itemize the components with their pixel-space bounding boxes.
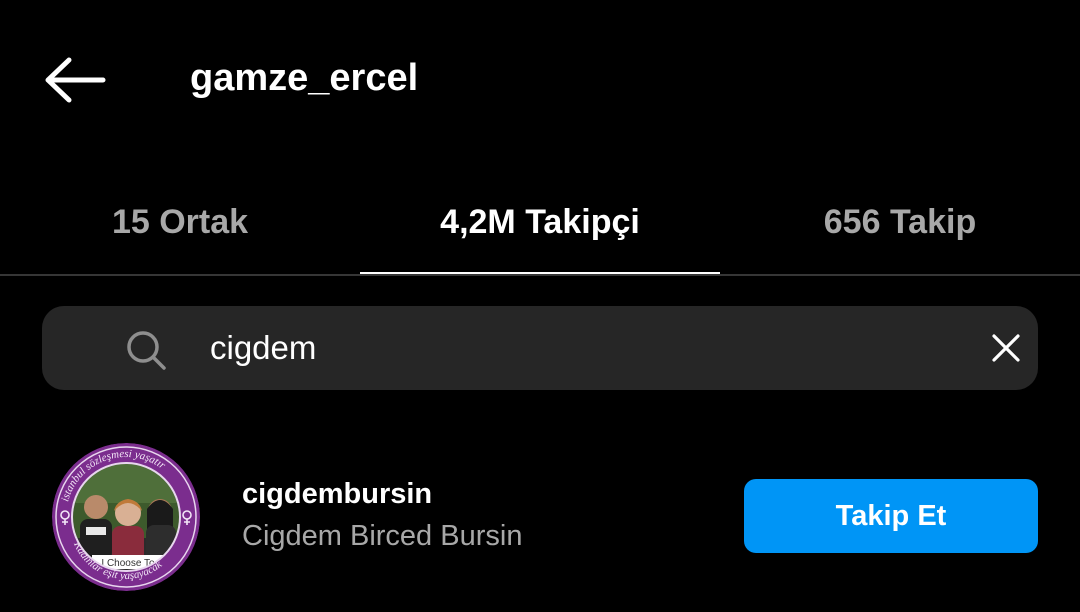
back-button[interactable]: [30, 45, 120, 115]
close-icon: [992, 334, 1020, 362]
search-bar[interactable]: [42, 306, 1038, 390]
tab-followers[interactable]: 4,2M Takipçi: [360, 170, 720, 275]
list-item[interactable]: istanbul sözleşmesi yaşatır Kadınlar eşi…: [0, 440, 1080, 600]
clear-search-button[interactable]: [982, 326, 1030, 370]
tab-mutual[interactable]: 15 Ortak: [0, 170, 360, 274]
tabs-divider: [0, 274, 1080, 276]
tab-followers-label: 4,2M Takipçi: [440, 202, 640, 241]
profile-username-title: gamze_ercel: [190, 57, 419, 99]
result-full-name: Cigdem Birced Bursin: [242, 520, 523, 552]
search-icon: [127, 331, 166, 370]
avatar[interactable]: istanbul sözleşmesi yaşatır Kadınlar eşi…: [52, 443, 200, 591]
follow-button-label: Takip Et: [835, 499, 947, 532]
avatar-image: istanbul sözleşmesi yaşatır Kadınlar eşi…: [52, 443, 200, 591]
search-input[interactable]: [210, 320, 930, 376]
result-username[interactable]: cigdembursin: [242, 478, 432, 511]
arrow-left-icon: [45, 57, 106, 103]
follow-tabs: 15 Ortak 4,2M Takipçi 656 Takip: [0, 170, 1080, 276]
follow-button[interactable]: Takip Et: [744, 479, 1038, 553]
tab-following-label: 656 Takip: [823, 202, 977, 241]
tab-mutual-label: 15 Ortak: [111, 202, 249, 241]
followers-screen: gamze_ercel 15 Ortak 4,2M Takipçi 656 Ta…: [0, 0, 1080, 612]
tab-following[interactable]: 656 Takip: [720, 170, 1080, 274]
